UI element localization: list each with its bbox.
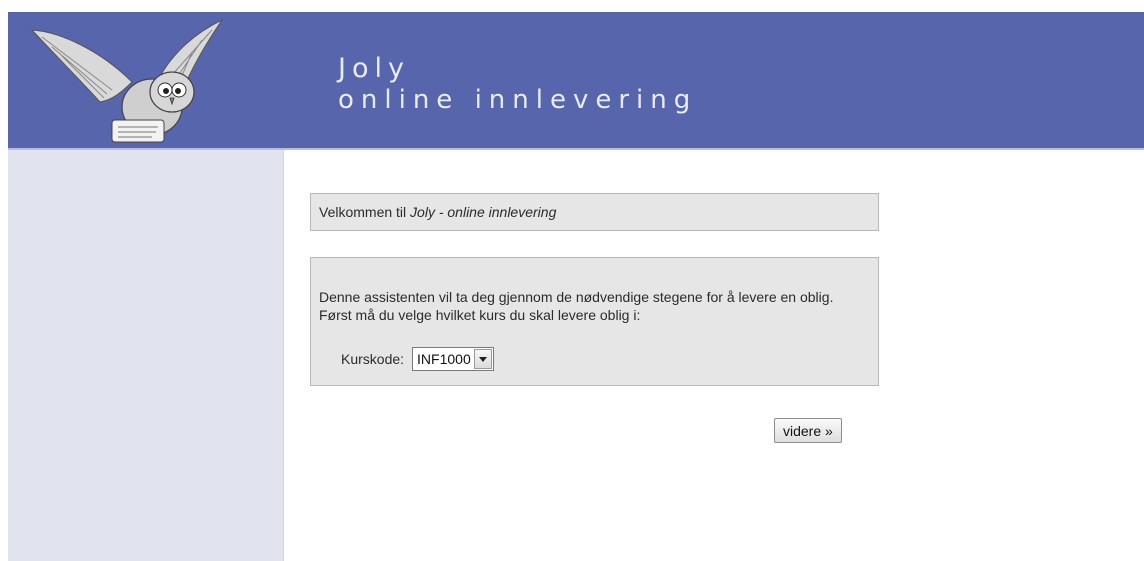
chevron-down-icon[interactable] <box>473 349 492 369</box>
course-select[interactable]: INF1000 <box>412 347 494 371</box>
welcome-app-name: Joly - online innlevering <box>410 204 557 220</box>
assistant-panel: Denne assistenten vil ta deg gjennom de … <box>310 257 879 386</box>
course-select-value: INF1000 <box>417 351 471 367</box>
page-header: Joly online innlevering <box>8 12 1144 150</box>
sidebar <box>8 150 284 561</box>
site-title: Joly <box>338 53 410 84</box>
course-row: Kurskode: INF1000 <box>341 347 494 371</box>
course-label: Kurskode: <box>341 351 405 367</box>
site-subtitle: online innlevering <box>338 85 698 115</box>
welcome-panel: Velkommen til Joly - online innlevering <box>310 193 879 231</box>
owl-logo-icon <box>22 12 232 148</box>
assistant-intro: Denne assistenten vil ta deg gjennom de … <box>319 289 834 323</box>
next-button[interactable]: videre » <box>774 418 842 443</box>
welcome-text: Velkommen til Joly - online innlevering <box>319 204 556 220</box>
welcome-prefix: Velkommen til <box>319 204 411 220</box>
site-title-block: Joly online innlevering <box>338 54 697 116</box>
